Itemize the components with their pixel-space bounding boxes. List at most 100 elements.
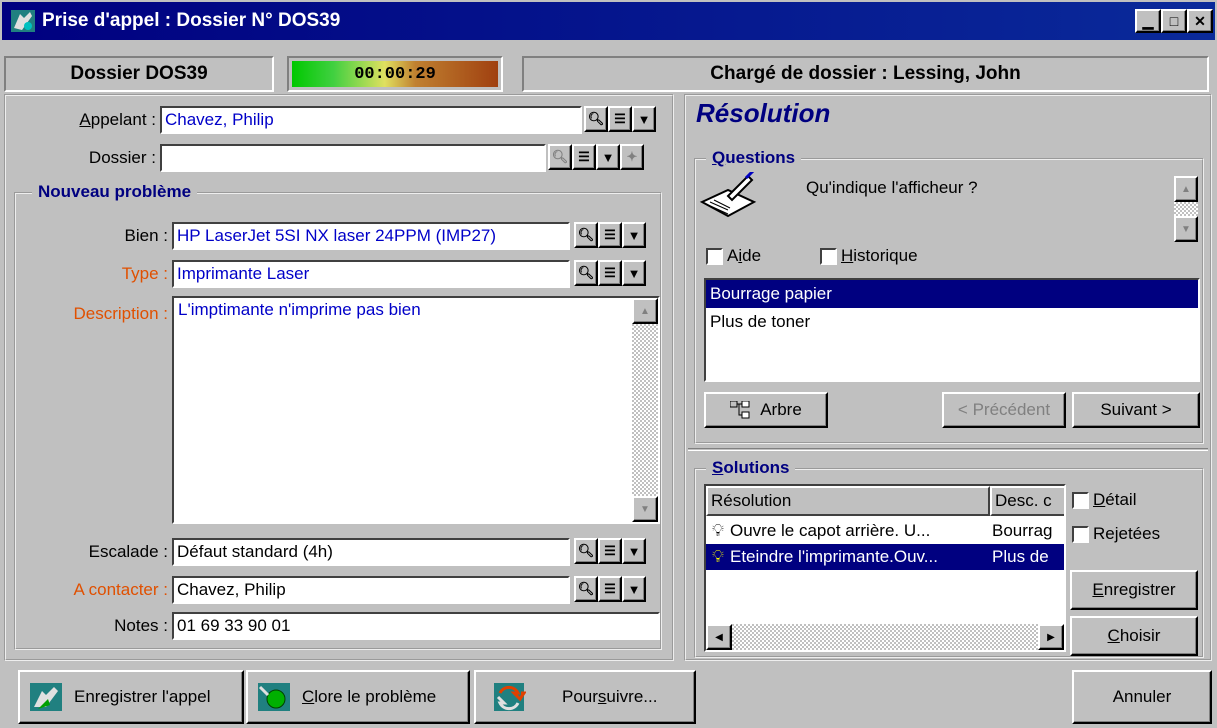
save-call-button[interactable]: Enregistrer l'appel (18, 670, 244, 724)
col-resolution-header[interactable]: Résolution (706, 486, 990, 516)
magnifier-icon: 🔍︎ (587, 111, 605, 126)
bien-list-button[interactable]: ☰ (598, 222, 622, 248)
detail-checkbox-box[interactable] (1072, 492, 1089, 510)
historique-checkbox[interactable]: Historique (820, 246, 918, 266)
dossier-wand-button[interactable]: ✦ (620, 144, 644, 170)
col-desc-header[interactable]: Desc. c (990, 486, 1064, 516)
detail-checkbox[interactable]: Détail (1072, 490, 1136, 510)
arrow-up-icon: ▲ (1181, 183, 1191, 195)
scroll-left-button[interactable]: ◀ (706, 624, 732, 650)
suivant-button[interactable]: Suivant > (1072, 392, 1200, 428)
contact-list-button[interactable]: ☰ (598, 576, 622, 602)
question-next-button[interactable]: ▼ (1174, 216, 1198, 242)
maximize-button[interactable]: □ (1161, 9, 1187, 33)
dossier-status: Dossier DOS39 (4, 56, 274, 92)
close-problem-button[interactable]: Clore le problème (246, 670, 470, 724)
escalade-dropdown-button[interactable]: ▼ (622, 538, 646, 564)
notes-field[interactable]: 01 69 33 90 01 (172, 612, 660, 640)
type-field[interactable]: Imprimante Laser (172, 260, 570, 288)
close-problem-icon (256, 681, 292, 713)
rejetees-checkbox[interactable]: Rejetées (1072, 524, 1160, 544)
minimize-button[interactable]: ▁ (1135, 9, 1161, 33)
solutions-title: Solutions (706, 458, 796, 478)
table-row[interactable]: 💡︎ Eteindre l'imprimante.Ouv... Plus de (706, 544, 1064, 570)
question-scroll-track[interactable] (1174, 202, 1198, 216)
row-resolution: Eteindre l'imprimante.Ouv... (730, 547, 938, 566)
magnifier-icon: 🔍︎ (551, 149, 569, 164)
escalade-label: Escalade : (88, 542, 168, 561)
notes-label: Notes : (114, 616, 168, 635)
dossier-status-text: Dossier DOS39 (70, 63, 208, 84)
arbre-button[interactable]: Arbre (704, 392, 828, 428)
precedent-button[interactable]: < Précédent (942, 392, 1066, 428)
magnifier-icon: 🔍︎ (577, 581, 595, 596)
aide-checkbox[interactable]: Aide (706, 246, 761, 266)
question-text: Qu'indique l'afficheur ? (806, 178, 978, 197)
list-icon: ☰ (604, 265, 616, 280)
escalade-field[interactable]: Défaut standard (4h) (172, 538, 570, 566)
suivant-label: Suivant > (1100, 400, 1172, 419)
type-dropdown-button[interactable]: ▼ (622, 260, 646, 286)
maximize-icon: □ (1169, 13, 1179, 29)
contact-search-button[interactable]: 🔍︎ (574, 576, 598, 602)
question-prev-button[interactable]: ▲ (1174, 176, 1198, 202)
answer-item-1[interactable]: Bourrage papier (706, 280, 1198, 308)
list-icon: ☰ (604, 227, 616, 242)
bien-search-button[interactable]: 🔍︎ (574, 222, 598, 248)
scroll-down-button[interactable]: ▼ (632, 496, 658, 522)
scroll-right-button[interactable]: ▶ (1038, 624, 1064, 650)
contact-dropdown-button[interactable]: ▼ (622, 576, 646, 602)
timer-text: 00:00:29 (354, 64, 436, 84)
arbre-label: Arbre (760, 400, 802, 419)
enregistrer-button[interactable]: Enregistrer (1070, 570, 1198, 610)
bien-field[interactable]: HP LaserJet 5SI NX laser 24PPM (IMP27) (172, 222, 570, 250)
escalade-list-button[interactable]: ☰ (598, 538, 622, 564)
historique-checkbox-box[interactable] (820, 248, 837, 266)
solutions-table[interactable]: Résolution Desc. c 💡︎ Ouvre le capot arri… (704, 484, 1066, 652)
list-icon: ☰ (604, 581, 616, 596)
dossier-dropdown-button[interactable]: ▼ (596, 144, 620, 170)
lightbulb-icon: 💡︎ (712, 521, 724, 540)
type-list-button[interactable]: ☰ (598, 260, 622, 286)
description-label: Description : (73, 304, 168, 323)
case-manager-text: Chargé de dossier : Lessing, John (710, 63, 1021, 84)
minimize-icon: ▁ (1142, 12, 1154, 29)
solutions-hscrollbar[interactable]: ◀ ▶ (706, 624, 1064, 650)
row-desc: Plus de (992, 547, 1049, 566)
rejetees-label: Rejetées (1093, 524, 1161, 543)
appelant-list-button[interactable]: ☰ (608, 106, 632, 132)
scroll-up-button[interactable]: ▲ (632, 298, 658, 324)
answers-list[interactable]: Bourrage papier Plus de toner (704, 278, 1200, 382)
contact-field[interactable]: Chavez, Philip (172, 576, 570, 604)
app-icon (10, 8, 36, 34)
answer-item-2[interactable]: Plus de toner (706, 308, 1198, 336)
dossier-label: Dossier : (88, 148, 156, 167)
choisir-button[interactable]: Choisir (1070, 616, 1198, 656)
case-manager: Chargé de dossier : Lessing, John (522, 56, 1209, 92)
table-row[interactable]: 💡︎ Ouvre le capot arrière. U... Bourrag (706, 518, 1064, 544)
appelant-field[interactable]: Chavez, Philip (160, 106, 582, 134)
magnifier-icon: 🔍︎ (577, 227, 595, 242)
continue-mnemonic: s (597, 687, 607, 706)
rejetees-checkbox-box[interactable] (1072, 526, 1089, 544)
dossier-search-button[interactable]: 🔍︎ (548, 144, 572, 170)
description-scrollbar[interactable]: ▲ ▼ (632, 298, 658, 522)
type-search-button[interactable]: 🔍︎ (574, 260, 598, 286)
dossier-list-button[interactable]: ☰ (572, 144, 596, 170)
appelant-search-button[interactable]: 🔍︎ (584, 106, 608, 132)
escalade-search-button[interactable]: 🔍︎ (574, 538, 598, 564)
continue-button[interactable]: Pour s uivre... (474, 670, 696, 724)
arrow-down-icon: ▼ (1181, 223, 1191, 235)
dossier-field[interactable] (160, 144, 546, 172)
appelant-dropdown-button[interactable]: ▼ (632, 106, 656, 132)
bien-dropdown-button[interactable]: ▼ (622, 222, 646, 248)
close-button[interactable]: ✕ (1187, 9, 1213, 33)
aide-checkbox-box[interactable] (706, 248, 723, 266)
magnifier-icon: 🔍︎ (577, 265, 595, 280)
cancel-button[interactable]: Annuler (1072, 670, 1212, 724)
list-icon: ☰ (604, 543, 616, 558)
description-textarea[interactable]: L'imptimante n'imprime pas bien ▲ ▼ (172, 296, 660, 524)
chevron-down-icon: ▼ (627, 581, 641, 597)
close-icon: ✕ (1194, 12, 1206, 29)
questions-title: Questions (706, 148, 802, 168)
